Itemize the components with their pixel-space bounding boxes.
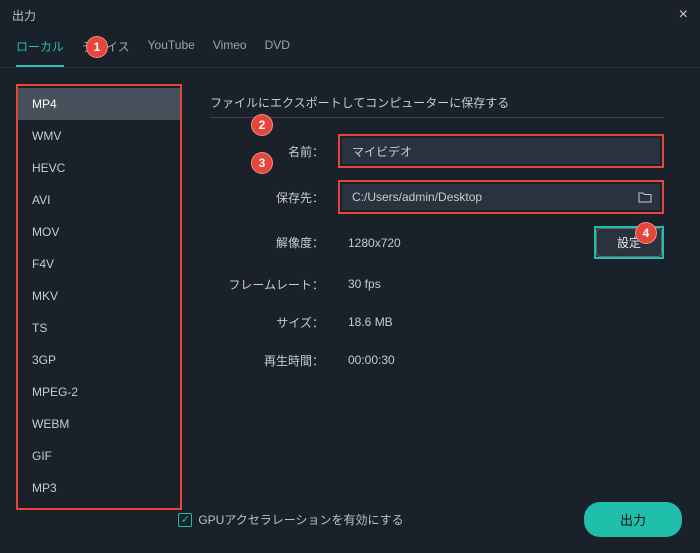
size-label: サイズ： [210,314,338,331]
format-item-f4v[interactable]: F4V [18,248,180,280]
size-value: 18.6 MB [338,309,664,335]
tab-vimeo[interactable]: Vimeo [213,30,247,67]
callout-2: 2 [251,114,273,136]
folder-icon[interactable] [638,191,652,203]
format-item-mkv[interactable]: MKV [18,280,180,312]
tab-dvd[interactable]: DVD [265,30,290,67]
gpu-checkbox[interactable]: ✓ [178,513,192,527]
export-button[interactable]: 出力 [584,502,682,537]
format-item-ts[interactable]: TS [18,312,180,344]
format-item-hevc[interactable]: HEVC [18,152,180,184]
callout-1: 1 [86,36,108,58]
format-item-avi[interactable]: AVI [18,184,180,216]
callout-3: 3 [251,152,273,174]
dest-label: 保存先： [210,189,338,206]
format-item-mp4[interactable]: MP4 [18,88,180,120]
format-item-mpeg2[interactable]: MPEG-2 [18,376,180,408]
format-item-3gp[interactable]: 3GP [18,344,180,376]
format-item-gif[interactable]: GIF [18,440,180,472]
format-list: MP4 WMV HEVC AVI MOV F4V MKV TS 3GP MPEG… [16,84,182,510]
res-label: 解像度： [210,234,338,251]
callout-4: 4 [635,222,657,244]
dur-value: 00:00:30 [338,347,664,373]
close-icon[interactable]: × [679,6,688,24]
tab-youtube[interactable]: YouTube [148,30,195,67]
section-title: ファイルにエクスポートしてコンピューターに保存する [210,94,664,118]
name-label: 名前： [210,143,338,160]
format-item-mov[interactable]: MOV [18,216,180,248]
name-input[interactable] [342,138,660,164]
fps-value: 30 fps [338,271,664,297]
format-item-wmv[interactable]: WMV [18,120,180,152]
dest-input[interactable] [342,184,660,210]
dur-label: 再生時間： [210,352,338,369]
gpu-label: GPUアクセラレーションを有効にする [198,511,403,528]
tab-local[interactable]: ローカル [16,30,64,67]
format-item-webm[interactable]: WEBM [18,408,180,440]
window-title: 出力 [12,7,36,24]
fps-label: フレームレート： [210,276,338,293]
res-value: 1280x720 [338,230,586,256]
